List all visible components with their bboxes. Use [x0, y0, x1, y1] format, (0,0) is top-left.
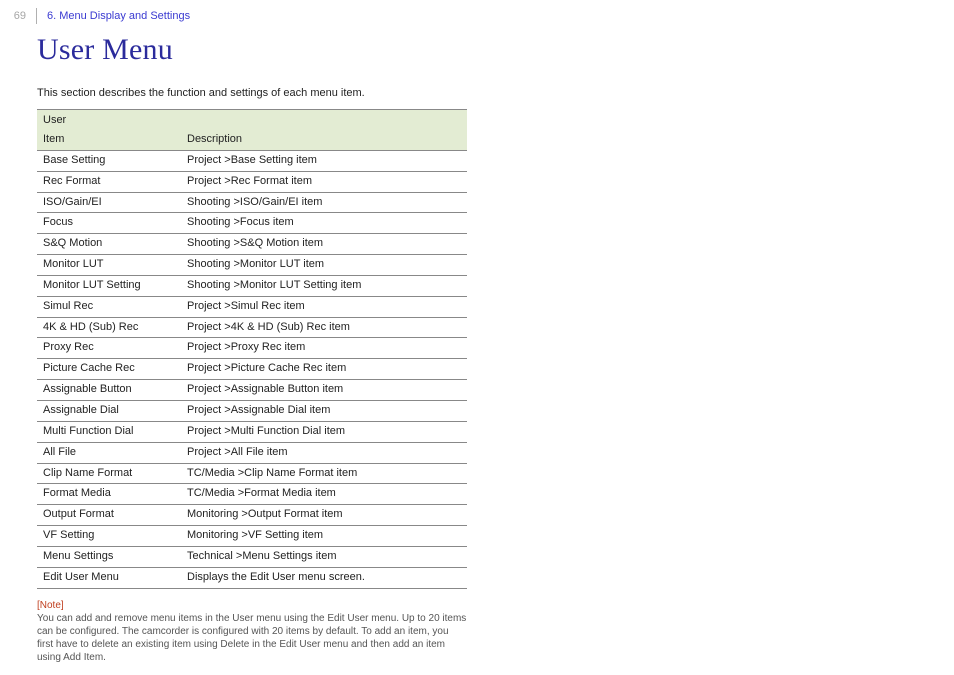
note-block: [Note] You can add and remove menu items… [37, 599, 467, 664]
table-cell-description: Shooting >Monitor LUT item [181, 255, 467, 275]
table-row: Base SettingProject >Base Setting item [37, 151, 467, 172]
table-cell-item: Menu Settings [37, 547, 181, 567]
table-cell-item: ISO/Gain/EI [37, 193, 181, 213]
table-cell-item: Monitor LUT Setting [37, 276, 181, 296]
table-cell-description: Shooting >Focus item [181, 213, 467, 233]
table-row: Simul RecProject >Simul Rec item [37, 297, 467, 318]
table-row: Picture Cache RecProject >Picture Cache … [37, 359, 467, 380]
table-cell-item: Multi Function Dial [37, 422, 181, 442]
table-row: Menu SettingsTechnical >Menu Settings it… [37, 547, 467, 568]
table-cell-item: S&Q Motion [37, 234, 181, 254]
table-row: Monitor LUTShooting >Monitor LUT item [37, 255, 467, 276]
table-cell-item: Assignable Dial [37, 401, 181, 421]
table-cell-description: Monitoring >VF Setting item [181, 526, 467, 546]
table-row: VF SettingMonitoring >VF Setting item [37, 526, 467, 547]
note-text: You can add and remove menu items in the… [37, 613, 466, 663]
table-row: S&Q MotionShooting >S&Q Motion item [37, 234, 467, 255]
table-cell-description: Project >Multi Function Dial item [181, 422, 467, 442]
table-cell-item: Assignable Button [37, 380, 181, 400]
table-cell-description: Project >Rec Format item [181, 172, 467, 192]
table-row: All FileProject >All File item [37, 443, 467, 464]
table-header-row: Item Description [37, 130, 467, 151]
table-cell-item: Picture Cache Rec [37, 359, 181, 379]
note-label: [Note] [37, 600, 64, 611]
table-row: Format MediaTC/Media >Format Media item [37, 484, 467, 505]
table-row: ISO/Gain/EIShooting >ISO/Gain/EI item [37, 193, 467, 214]
table-cell-item: Edit User Menu [37, 568, 181, 588]
user-menu-table: User Item Description Base SettingProjec… [37, 109, 467, 588]
intro-text: This section describes the function and … [37, 86, 918, 101]
table-row: Proxy RecProject >Proxy Rec item [37, 338, 467, 359]
breadcrumb: 6. Menu Display and Settings [47, 8, 190, 24]
table-row: Rec FormatProject >Rec Format item [37, 172, 467, 193]
table-row: Assignable ButtonProject >Assignable But… [37, 380, 467, 401]
table-cell-item: Monitor LUT [37, 255, 181, 275]
table-cell-item: 4K & HD (Sub) Rec [37, 318, 181, 338]
table-caption: User [37, 110, 467, 130]
table-row: Assignable DialProject >Assignable Dial … [37, 401, 467, 422]
table-cell-description: TC/Media >Format Media item [181, 484, 467, 504]
table-row: FocusShooting >Focus item [37, 213, 467, 234]
table-cell-description: Shooting >ISO/Gain/EI item [181, 193, 467, 213]
page-title: User Menu [37, 30, 918, 71]
table-cell-description: Project >Picture Cache Rec item [181, 359, 467, 379]
table-row: Multi Function DialProject >Multi Functi… [37, 422, 467, 443]
table-cell-item: Focus [37, 213, 181, 233]
table-cell-item: Output Format [37, 505, 181, 525]
table-cell-description: Project >All File item [181, 443, 467, 463]
table-cell-description: Monitoring >Output Format item [181, 505, 467, 525]
table-cell-description: Project >Simul Rec item [181, 297, 467, 317]
table-cell-item: Proxy Rec [37, 338, 181, 358]
table-header-item: Item [37, 130, 181, 150]
table-header-description: Description [181, 130, 467, 150]
table-cell-item: Base Setting [37, 151, 181, 171]
table-cell-item: Rec Format [37, 172, 181, 192]
table-cell-description: Project >4K & HD (Sub) Rec item [181, 318, 467, 338]
header-divider [36, 8, 37, 24]
table-cell-description: Project >Proxy Rec item [181, 338, 467, 358]
table-cell-item: All File [37, 443, 181, 463]
table-row: Monitor LUT SettingShooting >Monitor LUT… [37, 276, 467, 297]
table-cell-description: Shooting >Monitor LUT Setting item [181, 276, 467, 296]
table-row: Edit User MenuDisplays the Edit User men… [37, 568, 467, 589]
table-cell-description: Project >Base Setting item [181, 151, 467, 171]
table-cell-item: Simul Rec [37, 297, 181, 317]
table-row: 4K & HD (Sub) RecProject >4K & HD (Sub) … [37, 318, 467, 339]
table-cell-description: Shooting >S&Q Motion item [181, 234, 467, 254]
table-cell-description: Project >Assignable Dial item [181, 401, 467, 421]
table-cell-item: VF Setting [37, 526, 181, 546]
table-cell-item: Clip Name Format [37, 464, 181, 484]
table-row: Clip Name FormatTC/Media >Clip Name Form… [37, 464, 467, 485]
page-number: 69 [12, 8, 26, 24]
table-row: Output FormatMonitoring >Output Format i… [37, 505, 467, 526]
table-cell-item: Format Media [37, 484, 181, 504]
table-cell-description: TC/Media >Clip Name Format item [181, 464, 467, 484]
table-cell-description: Project >Assignable Button item [181, 380, 467, 400]
table-cell-description: Displays the Edit User menu screen. [181, 568, 467, 588]
table-cell-description: Technical >Menu Settings item [181, 547, 467, 567]
